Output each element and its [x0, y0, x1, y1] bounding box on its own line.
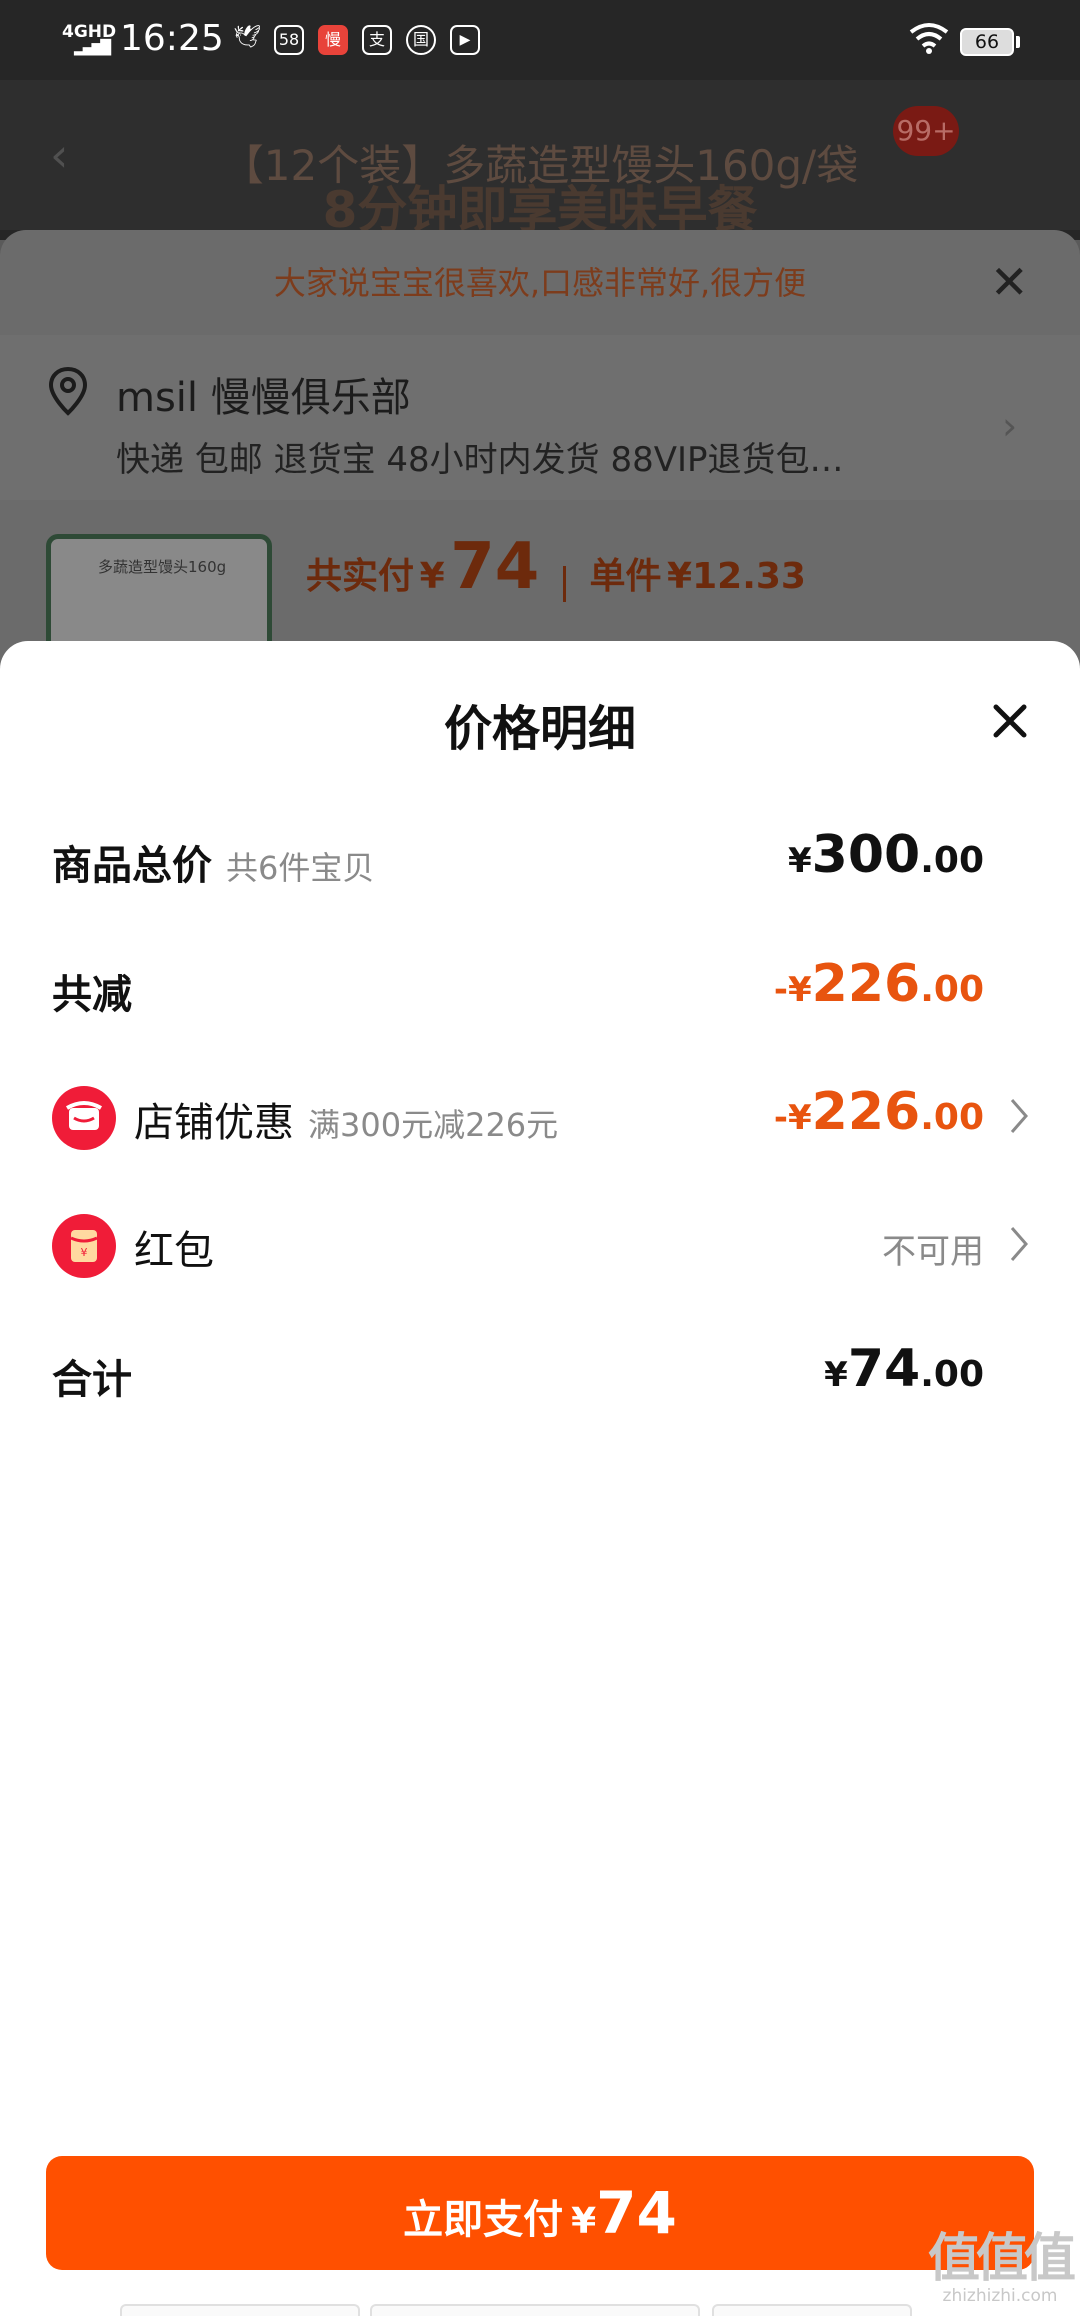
shop-promo-row[interactable]: 店铺优惠 满300元减226元 -¥226.00	[52, 1082, 1030, 1152]
bottom-tab-peek	[120, 2304, 360, 2316]
notification-alipay-icon: 支	[362, 25, 392, 55]
shipping-info: 快递 包邮 退货宝 48小时内发货 88VIP退货包…	[116, 440, 844, 480]
bird-notification-icon: 🕊	[233, 25, 261, 50]
chevron-right-icon	[1010, 1099, 1028, 1133]
subtotal-label: 商品总价 共6件宝贝	[52, 833, 374, 891]
currency-symbol: ¥	[788, 1098, 812, 1138]
minus-sign: -	[773, 970, 788, 1010]
chevron-right-icon: ›	[1002, 404, 1018, 448]
pay-button-label: 立即支付	[403, 2197, 564, 2243]
shop-promo-amount: -¥226.00	[774, 1082, 984, 1142]
total-label: 合计	[52, 1357, 132, 1403]
review-banner: 大家说宝宝很喜欢,口感非常好,很方便	[273, 264, 807, 302]
currency-symbol: ¥	[788, 970, 812, 1010]
pay-button-amount: 74	[596, 2179, 677, 2247]
shop-promo-label: 店铺优惠 满300元减226元	[134, 1090, 558, 1148]
notification-58-icon: 58	[274, 25, 304, 55]
close-icon[interactable]	[986, 697, 1034, 745]
status-bar: 4GHD ▂▄▆█ 16:25 🕊 58 慢 支 国 ▶ 66	[0, 0, 1080, 80]
bottom-tab-peek	[370, 2304, 700, 2316]
notification-man-icon: 慢	[318, 25, 348, 55]
battery-icon: 66	[960, 28, 1014, 56]
item-count-hint: 共6件宝贝	[226, 849, 375, 887]
subtotal-label-text: 商品总价	[52, 843, 212, 889]
watermark-url: zhizhizhi.com	[942, 2286, 1058, 2306]
minus-sign: -	[773, 1098, 788, 1138]
amount-integer: 74	[847, 1339, 921, 1399]
red-packet-icon: ¥	[52, 1214, 116, 1278]
amount-decimal: .00	[920, 1354, 984, 1395]
amount-integer: 226	[811, 954, 921, 1014]
discount-label: 共减	[52, 972, 132, 1018]
red-packet-status: 不可用	[882, 1232, 984, 1272]
watermark: 值值值 zhizhizhi.com	[928, 2229, 1076, 2306]
total-row: 合计 ¥74.00	[52, 1339, 1030, 1409]
subtotal-row: 商品总价 共6件宝贝 ¥300.00	[52, 825, 1030, 895]
thumbnail-label: 多蔬造型馒头160g	[98, 558, 227, 576]
network-type: 4GHD	[62, 22, 117, 42]
svg-text:¥: ¥	[81, 1246, 88, 1259]
total-pay-currency: ¥	[419, 556, 445, 597]
battery-tip	[1016, 36, 1020, 48]
discount-amount: -¥226.00	[774, 954, 984, 1014]
total-amount: ¥74.00	[824, 1339, 984, 1399]
amount-decimal: .00	[920, 969, 984, 1010]
notification-guo-icon: 国	[406, 25, 436, 55]
subtotal-amount: ¥300.00	[788, 825, 984, 885]
shop-promo-label-text: 店铺优惠	[134, 1100, 294, 1146]
price-detail-modal: 价格明细 商品总价 共6件宝贝 ¥300.00 共减 -¥226.00 店铺优惠满…	[0, 641, 1080, 2316]
currency-symbol: ¥	[788, 841, 812, 881]
clock: 16:25	[120, 18, 224, 59]
wifi-icon	[909, 23, 949, 54]
shop-name: msil 慢慢俱乐部	[116, 375, 411, 421]
amount-integer: 300	[811, 825, 921, 885]
notification-play-icon: ▶	[450, 25, 480, 55]
bottom-tab-peek	[712, 2304, 912, 2316]
red-packet-row[interactable]: ¥ 红包 不可用	[52, 1210, 1030, 1280]
pay-button-currency: ¥	[571, 2201, 597, 2242]
amount-integer: 226	[811, 1082, 921, 1142]
shop-icon	[52, 1086, 116, 1150]
total-pay-summary: 共实付 ¥ 74 单件 ¥12.33	[306, 530, 806, 604]
total-pay-value: 74	[450, 530, 540, 604]
location-pin-icon	[48, 366, 88, 416]
discount-row: 共减 -¥226.00	[52, 954, 1030, 1024]
modal-title: 价格明细	[443, 701, 636, 757]
promo-rule-hint: 满300元减226元	[308, 1106, 559, 1144]
chevron-right-icon	[1010, 1227, 1028, 1261]
amount-decimal: .00	[920, 840, 984, 881]
sheet-close-icon: ✕	[990, 255, 1029, 309]
red-packet-label: 红包	[134, 1228, 214, 1274]
cart-badge: 99+	[893, 106, 959, 156]
divider	[562, 565, 566, 602]
signal-icon: ▂▄▆█	[74, 40, 111, 56]
currency-symbol: ¥	[824, 1355, 848, 1395]
watermark-logo: 值值值	[928, 2229, 1076, 2289]
amount-decimal: .00	[920, 1097, 984, 1138]
pay-now-button[interactable]: 立即支付 ¥74	[46, 2156, 1034, 2270]
unit-price-label: 单件	[589, 556, 662, 597]
total-pay-label: 共实付	[306, 556, 415, 597]
unit-price-value: ¥12.33	[667, 556, 806, 597]
